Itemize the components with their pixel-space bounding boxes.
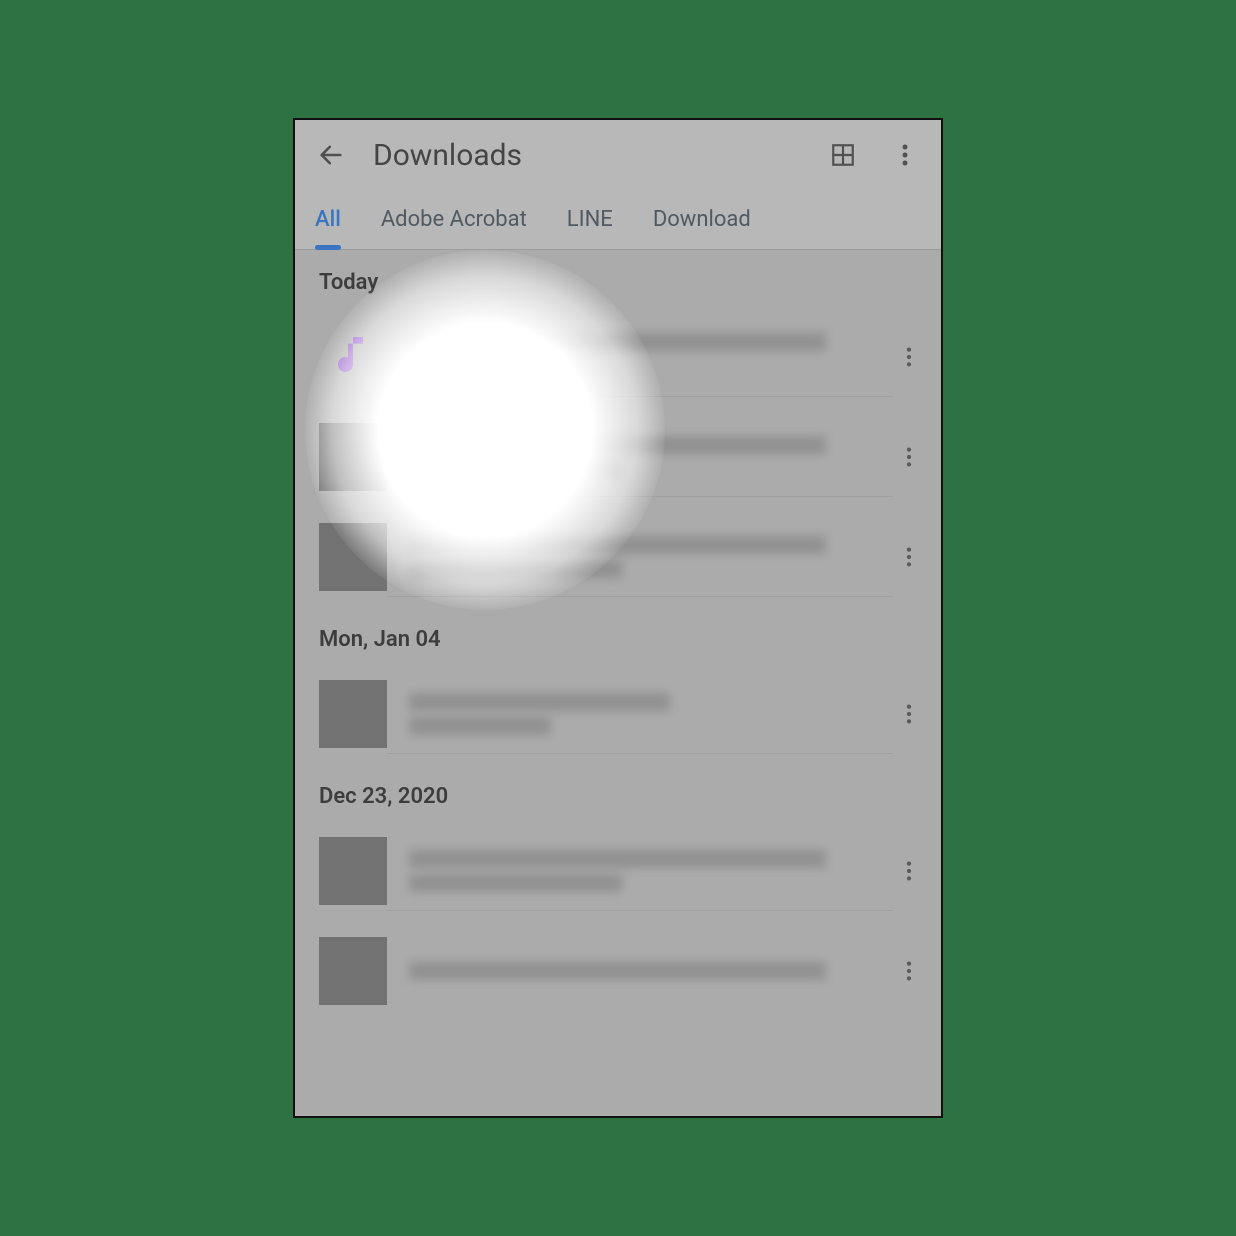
file-thumbnail <box>319 837 387 905</box>
more-vert-icon <box>906 703 912 725</box>
file-info <box>387 674 893 754</box>
item-overflow-button[interactable] <box>893 323 925 391</box>
more-vert-icon <box>906 446 912 468</box>
overflow-menu-button[interactable] <box>885 135 925 175</box>
file-thumbnail <box>319 680 387 748</box>
item-overflow-button[interactable] <box>893 423 925 491</box>
filter-tabs: All Adobe Acrobat LINE Download <box>295 190 941 250</box>
list-item[interactable] <box>295 407 941 507</box>
file-title-redacted <box>409 333 826 351</box>
file-info <box>387 517 893 597</box>
tab-line[interactable]: LINE <box>567 207 613 232</box>
item-overflow-button[interactable] <box>893 680 925 748</box>
tab-all[interactable]: All <box>315 207 341 232</box>
file-info: 343 B, just now <box>387 317 893 397</box>
more-vert-icon <box>906 860 912 882</box>
list-item[interactable] <box>295 921 941 1021</box>
file-thumbnail <box>319 937 387 1005</box>
more-vert-icon <box>906 346 912 368</box>
file-title-redacted <box>409 536 826 554</box>
file-thumbnail <box>319 423 387 491</box>
more-vert-icon <box>902 143 908 167</box>
list-item[interactable] <box>295 821 941 921</box>
section-header-jan04: Mon, Jan 04 <box>295 607 941 664</box>
list-item[interactable]: 343 B, just now <box>295 307 941 407</box>
file-meta: 343 B, just now <box>409 357 883 381</box>
file-info <box>387 831 893 911</box>
more-vert-icon <box>906 546 912 568</box>
section-header-dec23: Dec 23, 2020 <box>295 764 941 821</box>
grid-view-button[interactable] <box>823 135 863 175</box>
file-list[interactable]: Today 343 B, just now <box>295 250 941 1021</box>
file-meta-redacted <box>409 460 622 478</box>
back-button[interactable] <box>311 135 351 175</box>
more-vert-icon <box>906 960 912 982</box>
app-bar: Downloads <box>295 120 941 190</box>
page-title: Downloads <box>373 138 801 173</box>
music-note-icon <box>333 333 373 381</box>
back-arrow-icon <box>317 141 345 169</box>
file-title-redacted <box>409 850 826 868</box>
grid-view-icon <box>830 142 856 168</box>
file-meta-redacted <box>409 717 551 735</box>
list-item[interactable] <box>295 664 941 764</box>
tab-adobe-acrobat[interactable]: Adobe Acrobat <box>381 207 527 232</box>
file-title-redacted <box>409 962 826 980</box>
item-overflow-button[interactable] <box>893 937 925 1005</box>
tab-download[interactable]: Download <box>653 207 751 232</box>
file-thumbnail <box>319 523 387 591</box>
file-meta-redacted <box>409 560 622 578</box>
file-meta-redacted <box>409 874 622 892</box>
list-item[interactable] <box>295 507 941 607</box>
item-overflow-button[interactable] <box>893 523 925 591</box>
item-overflow-button[interactable] <box>893 837 925 905</box>
file-title-redacted <box>409 693 670 711</box>
section-header-today: Today <box>295 250 941 307</box>
downloads-screen: Downloads All Adobe Acrobat LINE Downloa… <box>293 118 943 1118</box>
file-info <box>387 931 893 1011</box>
file-title-redacted <box>409 436 826 454</box>
file-thumbnail-music <box>319 323 387 391</box>
file-info <box>387 417 893 497</box>
